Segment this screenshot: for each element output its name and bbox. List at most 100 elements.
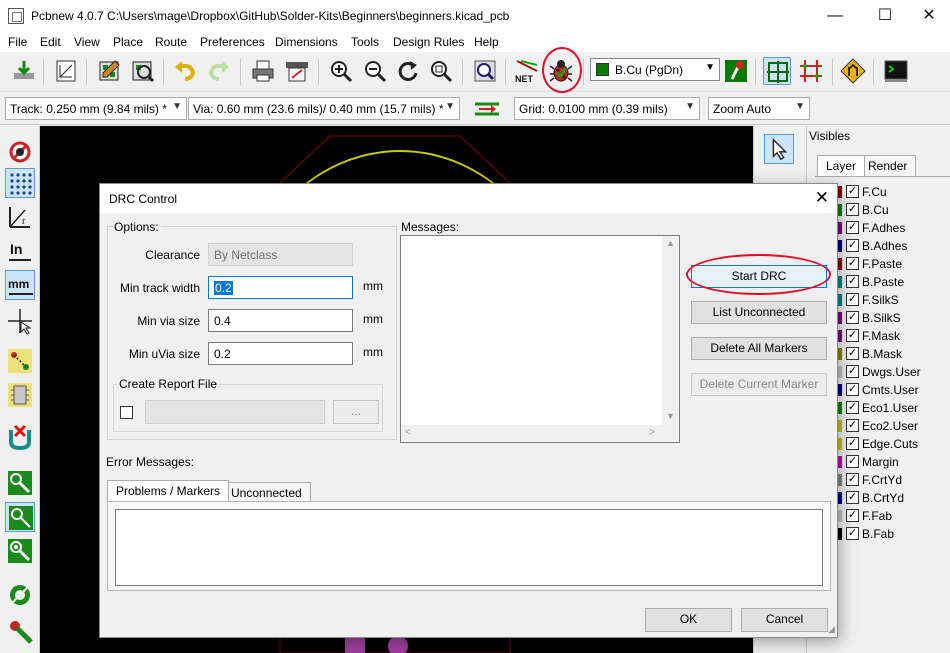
grid-toggle-icon[interactable] (5, 168, 35, 198)
zoom-fit-icon[interactable] (427, 57, 455, 85)
menu-design-rules[interactable]: Design Rules (393, 35, 464, 49)
page-settings-icon[interactable] (52, 57, 80, 85)
tab-layer[interactable]: Layer (817, 155, 866, 176)
tab-problems-markers[interactable]: Problems / Markers (107, 480, 230, 501)
minimize-button[interactable]: — (812, 0, 858, 32)
plot-icon[interactable] (283, 57, 311, 85)
grid-select[interactable]: Grid: 0.0100 mm (0.39 mils) ▼ (514, 97, 700, 120)
units-inch-icon[interactable]: In (5, 236, 35, 266)
layer-name[interactable]: F.Fab (862, 509, 892, 523)
layer-name[interactable]: Eco2.User (862, 419, 918, 433)
high-contrast-icon[interactable] (5, 616, 35, 646)
menu-tools[interactable]: Tools (351, 35, 379, 49)
layer-visibility-checkbox[interactable]: ✓ (846, 509, 859, 522)
polar-coords-icon[interactable]: r (5, 202, 35, 232)
ratsnest-icon[interactable] (5, 346, 35, 376)
layer-name[interactable]: B.SilkS (862, 311, 901, 325)
scripting-console-icon[interactable] (882, 57, 910, 85)
microwave-tools-icon[interactable] (839, 57, 867, 85)
layer-visibility-checkbox[interactable]: ✓ (846, 347, 859, 360)
scroll-right-icon[interactable]: > (649, 427, 655, 438)
redraw-icon[interactable] (394, 57, 422, 85)
scroll-up-icon[interactable]: ▲ (666, 238, 675, 248)
layer-pair-icon[interactable] (722, 57, 750, 85)
units-mm-icon[interactable]: mm (5, 270, 35, 300)
layer-name[interactable]: Margin (862, 455, 899, 469)
layer-visibility-checkbox[interactable]: ✓ (846, 383, 859, 396)
layer-visibility-checkbox[interactable]: ✓ (846, 365, 859, 378)
zoom-select[interactable]: Zoom Auto ▼ (708, 97, 810, 120)
scroll-left-icon[interactable]: < (405, 427, 411, 438)
layer-name[interactable]: Edge.Cuts (862, 437, 918, 451)
layer-name[interactable]: B.Cu (862, 203, 889, 217)
tab-render[interactable]: Render (859, 155, 917, 176)
footprint-editor-icon[interactable] (95, 57, 123, 85)
menu-view[interactable]: View (74, 35, 100, 49)
show-pads-outline-icon[interactable] (5, 468, 35, 498)
min-uvia-size-input[interactable]: 0.2 (208, 342, 353, 365)
tab-unconnected[interactable]: Unconnected (222, 482, 311, 501)
layer-visibility-checkbox[interactable]: ✓ (846, 473, 859, 486)
show-vias-outline-icon[interactable] (5, 502, 35, 532)
drc-off-icon[interactable] (5, 136, 35, 166)
layer-visibility-checkbox[interactable]: ✓ (846, 203, 859, 216)
layer-name[interactable]: B.Paste (862, 275, 904, 289)
layer-visibility-checkbox[interactable]: ✓ (846, 491, 859, 504)
problems-list[interactable] (115, 509, 823, 586)
print-icon[interactable] (249, 57, 277, 85)
layer-selector[interactable]: B.Cu (PgDn) ▼ (590, 58, 720, 81)
messages-box[interactable]: ▲ ▼ < > (400, 235, 680, 443)
open-board-icon[interactable] (10, 57, 38, 85)
track-width-select[interactable]: Track: 0.250 mm (9.84 mils) * ▼ (5, 97, 187, 120)
ok-button[interactable]: OK (645, 608, 732, 632)
find-icon[interactable] (471, 57, 499, 85)
layer-visibility-checkbox[interactable]: ✓ (846, 419, 859, 432)
maximize-button[interactable]: ☐ (862, 0, 908, 32)
via-size-select[interactable]: Via: 0.60 mm (23.6 mils)/ 0.40 mm (15.7 … (188, 97, 460, 120)
delete-all-markers-button[interactable]: Delete All Markers (691, 337, 827, 360)
zoom-in-icon[interactable] (327, 57, 355, 85)
messages-hscrollbar[interactable]: < > (401, 425, 679, 442)
menu-help[interactable]: Help (474, 35, 499, 49)
select-arrow-icon[interactable] (764, 134, 794, 164)
messages-vscrollbar[interactable]: ▲ ▼ (662, 236, 679, 426)
layer-name[interactable]: F.Paste (862, 257, 902, 271)
layer-name[interactable]: B.Adhes (862, 239, 907, 253)
redo-icon[interactable] (205, 57, 233, 85)
layer-name[interactable]: Eco1.User (862, 401, 918, 415)
layer-visibility-checkbox[interactable]: ✓ (846, 311, 859, 324)
resize-grip-icon[interactable]: ◢ (828, 624, 835, 635)
min-via-size-input[interactable]: 0.4 (208, 309, 353, 332)
layer-visibility-checkbox[interactable]: ✓ (846, 275, 859, 288)
interactive-router-icon[interactable] (763, 57, 791, 85)
autodelete-tracks-icon[interactable] (5, 422, 35, 452)
layer-visibility-checkbox[interactable]: ✓ (846, 527, 859, 540)
close-window-button[interactable]: ✕ (906, 0, 950, 32)
layer-name[interactable]: Cmts.User (862, 383, 919, 397)
report-file-checkbox[interactable] (120, 406, 133, 419)
menu-place[interactable]: Place (113, 35, 143, 49)
zoom-out-icon[interactable] (361, 57, 389, 85)
delete-current-marker-button[interactable]: Delete Current Marker (691, 373, 827, 396)
layer-visibility-checkbox[interactable]: ✓ (846, 293, 859, 306)
layer-visibility-checkbox[interactable]: ✓ (846, 329, 859, 342)
layer-visibility-checkbox[interactable]: ✓ (846, 221, 859, 234)
layer-visibility-checkbox[interactable]: ✓ (846, 257, 859, 270)
browse-report-button[interactable]: ... (333, 400, 379, 424)
undo-icon[interactable] (171, 57, 199, 85)
layer-name[interactable]: F.Adhes (862, 221, 905, 235)
menu-route[interactable]: Route (155, 35, 187, 49)
scroll-down-icon[interactable]: ▼ (666, 411, 675, 421)
layer-name[interactable]: F.Cu (862, 185, 887, 199)
menu-file[interactable]: File (8, 35, 27, 49)
layer-name[interactable]: F.CrtYd (862, 473, 902, 487)
cancel-button[interactable]: Cancel (741, 608, 828, 632)
layer-name[interactable]: B.CrtYd (862, 491, 904, 505)
menu-preferences[interactable]: Preferences (200, 35, 265, 49)
show-tracks-outline-icon[interactable] (5, 536, 35, 566)
auto-track-width-icon[interactable] (473, 96, 501, 122)
autoroute-icon[interactable] (797, 57, 825, 85)
layer-visibility-checkbox[interactable]: ✓ (846, 437, 859, 450)
layer-name[interactable]: B.Mask (862, 347, 902, 361)
show-zones-icon[interactable] (5, 580, 35, 610)
